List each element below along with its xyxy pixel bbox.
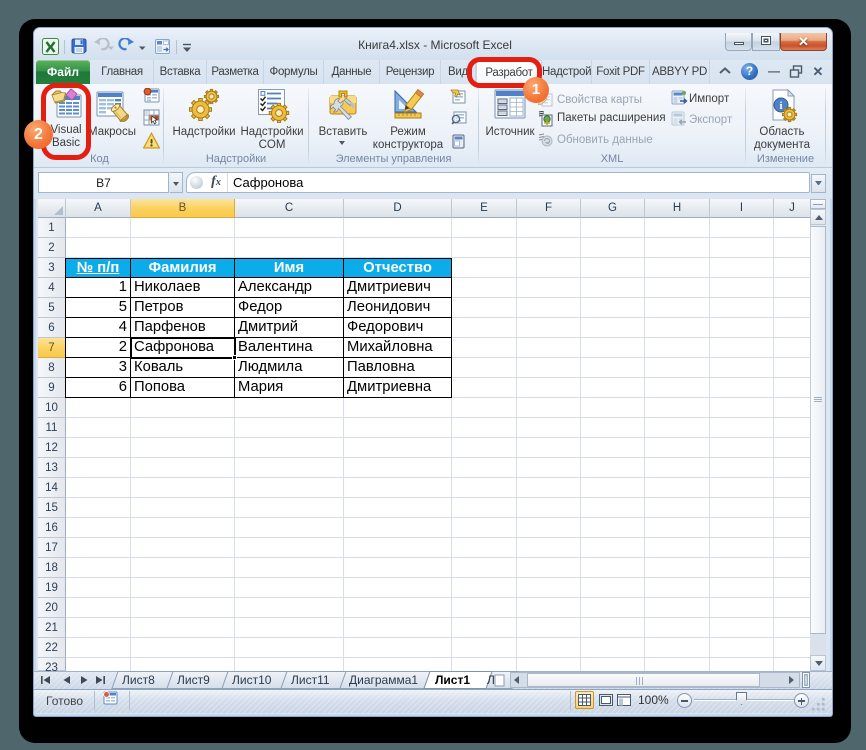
svg-text:Лист8: Лист8 bbox=[122, 673, 155, 687]
svg-text:Л: Л bbox=[487, 673, 495, 687]
svg-text:Диаграмма1: Диаграмма1 bbox=[349, 673, 418, 687]
svg-text:Лист9: Лист9 bbox=[177, 673, 210, 687]
svg-text:Лист1: Лист1 bbox=[435, 673, 470, 687]
svg-text:i: i bbox=[779, 100, 782, 112]
svg-text:Лист10: Лист10 bbox=[232, 673, 272, 687]
svg-text:Лист11: Лист11 bbox=[291, 673, 330, 687]
